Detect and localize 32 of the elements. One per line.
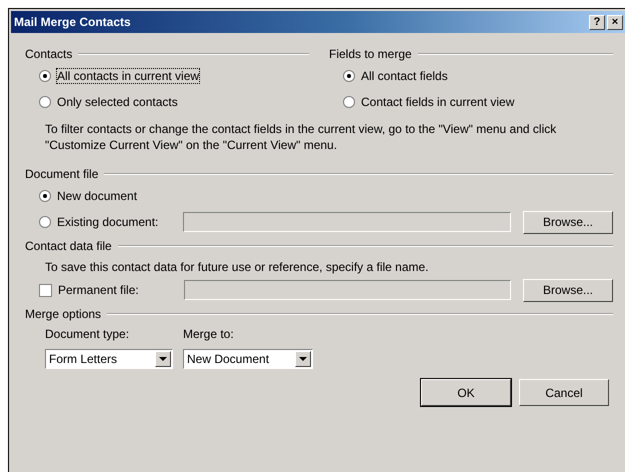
radio-button[interactable] [39,70,51,82]
radio-button[interactable] [343,96,355,108]
radio-label[interactable]: Existing document: [57,215,177,229]
radio-button[interactable] [39,96,51,108]
title-button[interactable]: × [607,14,623,30]
dropdown[interactable]: Form Letters [45,349,173,369]
dialog-button[interactable]: Cancel [519,379,609,406]
radio-button[interactable] [39,190,51,202]
browse-button[interactable]: Browse... [523,278,613,302]
group-heading: Fields to merge [329,47,412,61]
filter-note: To filter contacts or change the contact fields in the current view, go to the "View" menu and click "Customize Current View" on the "Current View" menu. [45,121,558,153]
radio-label[interactable]: Only selected contacts [57,95,178,109]
select-label: Merge to: [183,327,235,341]
group-heading: Document file [25,167,98,181]
group-heading: Contact data file [25,239,112,253]
dropdown[interactable]: New Document [183,349,313,369]
radio-label[interactable]: New document [57,189,138,203]
radio-label[interactable]: Contact fields in current view [361,95,514,109]
radio-label[interactable]: All contacts in current view [57,69,200,83]
checkbox-label[interactable]: Permanent file: [58,283,178,297]
group-heading: Merge options [25,307,102,321]
group-heading: Contacts [25,47,72,61]
dialog-button[interactable]: OK [421,379,511,406]
radio-button[interactable] [39,216,51,228]
title-button[interactable]: ? [589,14,605,30]
radio-button[interactable] [343,70,355,82]
checkbox[interactable] [39,284,52,296]
radio-label[interactable]: All contact fields [361,69,448,83]
save-note: To save this contact data for future use or reference, specify a file name. [45,259,430,275]
select-label: Document type: [45,327,130,341]
window-title: Mail Merge Contacts [14,15,131,29]
browse-button[interactable]: Browse... [523,210,613,234]
